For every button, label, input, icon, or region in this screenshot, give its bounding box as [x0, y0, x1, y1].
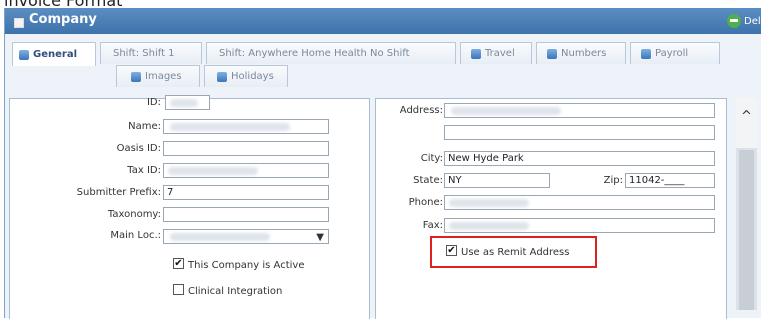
remit-address-checkbox[interactable]: ✔ [446, 245, 457, 256]
top-cut-text: invoice Format [0, 0, 761, 8]
tab-general[interactable]: General [12, 42, 96, 66]
company-icon [14, 18, 24, 28]
submitter-prefix-label: Submitter Prefix: [76, 187, 161, 198]
company-active-label: This Company is Active [188, 260, 305, 271]
id-label: ID: [146, 97, 161, 108]
left-form-panel: ID: Name: Oasis ID: Tax ID: Submitter Pr… [9, 95, 370, 319]
tab-label: Images [145, 71, 182, 82]
id-field[interactable] [165, 95, 210, 110]
tax-id-field[interactable] [163, 163, 329, 178]
phone-label: Phone: [408, 197, 443, 208]
taxonomy-label: Taxonomy: [107, 209, 161, 220]
scroll-thumb[interactable] [739, 150, 754, 310]
tax-id-label: Tax ID: [127, 165, 161, 176]
delete-icon [727, 14, 741, 28]
tab-label: Shift: Anywhere Home Health No Shift [219, 48, 410, 59]
clinical-integration-label: Clinical Integration [188, 286, 283, 297]
address-label: Address: [399, 105, 443, 116]
city-field[interactable]: New Hyde Park [444, 151, 715, 166]
tab-icon [471, 48, 481, 59]
main-loc-label: Main Loc.: [110, 230, 161, 241]
tab-label: General [33, 49, 77, 60]
top-cut-label: invoice Format [4, 0, 122, 8]
tab-icon [19, 49, 29, 60]
address-line-1-field[interactable] [444, 103, 715, 118]
chevron-down-icon: ▼ [316, 232, 324, 243]
oasis-id-label: Oasis ID: [116, 143, 161, 154]
right-form-panel: Address: City: New Hyde Park State: NY Z… [375, 98, 727, 319]
window-titlebar: Company Delete [5, 8, 761, 34]
tab-holidays[interactable]: Holidays [204, 65, 288, 87]
tab-shift-1[interactable]: Shift: Shift 1 [100, 42, 202, 64]
tab-payroll[interactable]: Payroll [630, 42, 720, 64]
window-title: Company [29, 12, 97, 27]
tab-label: Payroll [655, 48, 689, 59]
scroll-up-icon[interactable]: ^ [736, 98, 757, 148]
vertical-scrollbar[interactable]: ^ [736, 98, 757, 310]
delete-button[interactable]: Delete [727, 12, 761, 30]
name-field[interactable] [163, 119, 329, 134]
tab-icon [131, 71, 141, 82]
tab-label: Travel [485, 48, 515, 59]
tab-travel[interactable]: Travel [460, 42, 532, 64]
tab-shift-anywhere[interactable]: Shift: Anywhere Home Health No Shift [206, 42, 456, 64]
zip-field[interactable]: 11042-____ [625, 173, 715, 188]
tab-images[interactable]: Images [116, 65, 200, 87]
city-label: City: [420, 153, 443, 164]
fax-field[interactable] [444, 218, 715, 233]
state-label: State: [413, 175, 443, 186]
phone-field[interactable] [444, 195, 715, 210]
tab-numbers[interactable]: Numbers [536, 42, 626, 64]
clinical-integration-checkbox[interactable] [173, 284, 184, 295]
tab-icon [641, 48, 651, 59]
tab-strip: General Shift: Shift 1 Shift: Anywhere H… [12, 42, 752, 100]
name-label: Name: [128, 121, 161, 132]
company-active-checkbox[interactable]: ✔ [173, 258, 184, 269]
zip-label: Zip: [603, 175, 623, 186]
tab-icon [547, 48, 557, 59]
oasis-id-field[interactable] [163, 141, 329, 156]
tab-label: Numbers [561, 48, 607, 59]
remit-address-label: Use as Remit Address [461, 247, 570, 258]
main-loc-select[interactable]: ▼ [163, 229, 329, 244]
taxonomy-field[interactable] [163, 207, 329, 222]
tab-label: Holidays [231, 71, 274, 82]
address-line-2-field[interactable] [444, 125, 715, 140]
tab-icon [217, 71, 227, 82]
fax-label: Fax: [422, 220, 443, 231]
delete-label: Delete [744, 15, 761, 27]
submitter-prefix-field[interactable]: 7 [163, 185, 329, 200]
tab-label: Shift: Shift 1 [113, 48, 175, 59]
state-field[interactable]: NY [444, 173, 550, 188]
